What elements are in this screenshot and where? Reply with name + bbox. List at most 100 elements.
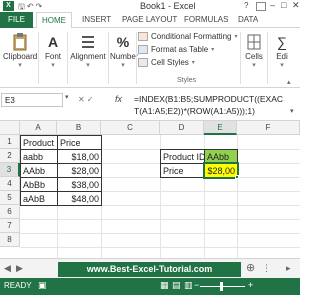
close-icon[interactable]: ✕ (292, 0, 300, 11)
cells-group[interactable]: Cells ▾ (242, 30, 266, 69)
cell-b1-header[interactable]: Price (57, 135, 102, 150)
excel-logo-icon: X (3, 1, 14, 11)
scroll-right-icon[interactable]: ▶ (16, 263, 23, 274)
format-as-table-label: Format as Table (151, 45, 209, 54)
macro-record-icon[interactable]: ▣ (38, 280, 47, 291)
zoom-in-icon[interactable]: + (248, 280, 253, 290)
editing-group[interactable]: ∑ Edi ▾ (269, 30, 295, 69)
tab-home[interactable]: HOME (36, 12, 72, 29)
cell-styles-icon (138, 58, 148, 67)
clipboard-label: Clipboard (3, 52, 38, 61)
title-bar: X 🖫↶↷ Book1 - Excel ? – □ ✕ (0, 0, 300, 12)
percent-icon: % (116, 34, 130, 50)
column-header-f[interactable]: F (237, 121, 300, 135)
page-layout-view-icon[interactable]: ▤ (172, 280, 181, 291)
font-label: Font (44, 52, 61, 61)
scroll-right-end-icon[interactable]: ▸ (286, 263, 291, 274)
name-box-dropdown-icon[interactable]: ▾ (65, 93, 69, 101)
ribbon-display-options-icon[interactable] (256, 2, 266, 11)
column-header-b[interactable]: B (57, 121, 101, 135)
formula-cancel-enter-icons[interactable]: ✕✓ (78, 95, 95, 104)
conditional-formatting-label: Conditional Formatting (151, 32, 232, 41)
clipboard-group[interactable]: Clipboard ▾ (3, 30, 37, 69)
row-header-3[interactable]: 3 (0, 163, 20, 177)
maximize-icon[interactable]: □ (281, 0, 286, 10)
cell-styles-button[interactable]: Cell Styles ▾ (138, 56, 238, 69)
chevron-down-icon: ▾ (234, 34, 238, 40)
clipboard-icon (13, 33, 27, 51)
row-header-1[interactable]: 1 (0, 135, 20, 149)
row-header-2[interactable]: 2 (0, 149, 20, 163)
editing-icon: ∑ (277, 34, 287, 50)
row-header-4[interactable]: 4 (0, 177, 20, 191)
status-bar: READY ▣ ▦ ▤ ▥ − + (0, 278, 300, 295)
column-header-a[interactable]: A (20, 121, 57, 135)
column-header-e[interactable]: E (204, 121, 237, 135)
number-group[interactable]: % Number ▾ (110, 30, 138, 69)
column-header-c[interactable]: C (101, 121, 160, 135)
page-break-view-icon[interactable]: ▥ (184, 280, 193, 291)
tab-file[interactable]: FILE (0, 12, 33, 28)
scroll-left-icon[interactable]: ◀ (4, 263, 11, 274)
cell-a4[interactable]: AbBb (20, 177, 58, 192)
cell-a5[interactable]: aAbB (20, 191, 58, 206)
status-ready: READY (4, 281, 32, 290)
tab-page-layout[interactable]: PAGE LAYOUT (122, 15, 177, 24)
insert-function-button[interactable]: fx (115, 94, 122, 104)
ribbon-divider (267, 32, 268, 84)
conditional-formatting-button[interactable]: Conditional Formatting ▾ (138, 30, 238, 43)
chevron-down-icon: ▾ (211, 47, 215, 53)
worksheet-grid[interactable]: A B C D E F 1 2 3 4 5 6 7 8 Product ID P… (0, 121, 300, 258)
cell-b4[interactable]: $38,00 (57, 177, 102, 192)
row-header-5[interactable]: 5 (0, 191, 20, 205)
zoom-slider-thumb[interactable] (220, 282, 223, 291)
name-box[interactable]: E3 (1, 93, 63, 107)
font-group[interactable]: A Font ▾ (40, 30, 66, 69)
cell-styles-label: Cell Styles (151, 58, 189, 67)
tab-data[interactable]: DATA (238, 15, 258, 24)
help-button[interactable]: ? (244, 1, 248, 10)
cell-b3[interactable]: $28,00 (57, 163, 102, 178)
formula-bar: E3 ▾ ✕✓ fx =INDEX(B1:B5;SUMPRODUCT((EXAC… (0, 91, 300, 121)
collapse-ribbon-icon[interactable]: ▴ (287, 78, 291, 86)
row-header-7[interactable]: 7 (0, 219, 20, 233)
styles-group-label: Styles (177, 77, 197, 84)
zoom-out-icon[interactable]: − (194, 280, 199, 290)
ribbon-divider (108, 32, 109, 84)
format-as-table-button[interactable]: Format as Table ▾ (138, 43, 238, 56)
minimize-icon[interactable]: – (270, 0, 275, 10)
sheet-options-icon[interactable]: ⋮ (262, 263, 271, 274)
fill-handle[interactable] (235, 175, 239, 179)
ribbon-tabs: FILE HOME INSERT PAGE LAYOUT FORMULAS DA… (0, 12, 300, 29)
sheet-tab-bar: ◀ ▶ www.Best-Excel-Tutorial.com ⊕ ⋮ ▸ (0, 258, 300, 278)
cell-e2-input[interactable]: AAbb (204, 149, 238, 164)
font-icon: A (47, 34, 59, 50)
editing-label: Edi (276, 52, 288, 61)
row-header-8[interactable]: 8 (0, 233, 20, 247)
cells-label: Cells (245, 52, 263, 61)
cell-e3-result[interactable]: $28,00 (203, 162, 239, 179)
alignment-group[interactable]: Alignment ▾ (69, 30, 107, 69)
styles-list: Conditional Formatting ▾ Format as Table… (138, 30, 238, 69)
cell-a2[interactable]: aabb (20, 149, 58, 164)
formula-input[interactable]: =INDEX(B1:B5;SUMPRODUCT((EXACT(A1:A5;E2)… (134, 93, 284, 117)
cell-d2-label[interactable]: Product ID (160, 149, 205, 164)
chevron-down-icon: ▾ (191, 60, 195, 66)
alignment-icon (82, 36, 94, 48)
tab-formulas[interactable]: FORMULAS (184, 15, 228, 24)
normal-view-icon[interactable]: ▦ (160, 280, 169, 291)
select-all-corner[interactable] (0, 121, 20, 135)
tab-insert[interactable]: INSERT (82, 15, 111, 24)
add-sheet-icon[interactable]: ⊕ (246, 261, 255, 274)
cell-a3[interactable]: AAbb (20, 163, 58, 178)
column-header-d[interactable]: D (160, 121, 204, 135)
ribbon-divider (136, 32, 137, 84)
conditional-formatting-icon (138, 32, 148, 41)
cell-a1-header[interactable]: Product ID (20, 135, 58, 150)
cell-d3-label[interactable]: Price (160, 163, 205, 178)
cell-b5[interactable]: $48,00 (57, 191, 102, 206)
website-banner: www.Best-Excel-Tutorial.com (58, 262, 241, 277)
cell-b2[interactable]: $18,00 (57, 149, 102, 164)
row-header-6[interactable]: 6 (0, 205, 20, 219)
expand-formula-bar-icon[interactable]: ▾ (290, 107, 294, 115)
